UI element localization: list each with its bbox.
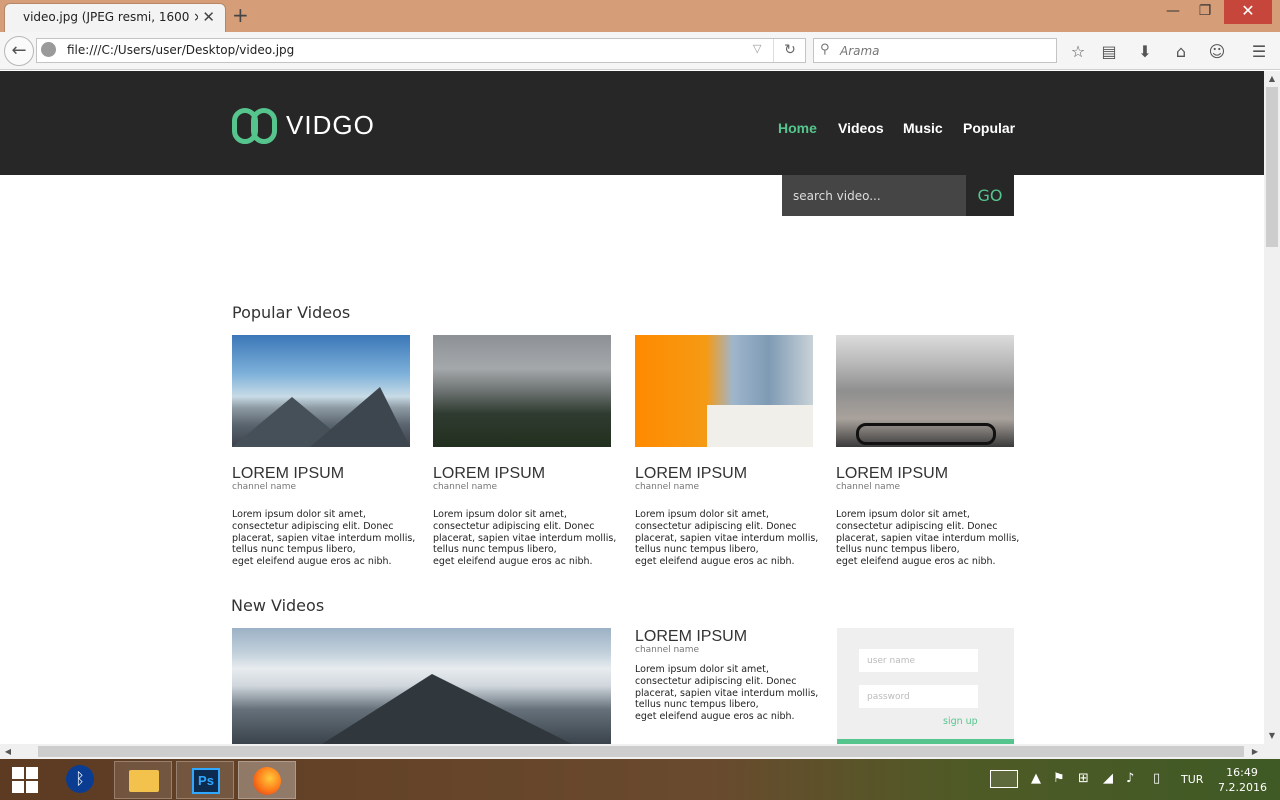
horizontal-scroll-thumb[interactable] <box>38 746 1244 757</box>
popular-videos-title: Popular Videos <box>232 303 351 322</box>
horizontal-scrollbar[interactable]: ◀ ▶ <box>0 744 1280 759</box>
show-hidden-icons-icon[interactable]: ▲ <box>1031 771 1041 786</box>
menu-icon[interactable]: ☰ <box>1249 42 1269 62</box>
site-header: VIDGO Home Videos Music Popular <box>0 71 1264 175</box>
browser-tab[interactable]: video.jpg (JPEG resmi, 1600 × ... ✕ <box>4 3 226 32</box>
vertical-scrollbar[interactable]: ▲ ▼ <box>1264 71 1280 744</box>
search-icon: ⚲ <box>820 42 830 57</box>
maximize-button[interactable]: ❐ <box>1192 0 1218 24</box>
channel-name: channel name <box>232 482 296 492</box>
scroll-left-icon[interactable]: ◀ <box>1 744 15 759</box>
clock-time: 16:49 <box>1226 766 1258 779</box>
taskbar-firefox[interactable] <box>238 761 296 799</box>
taskbar-file-explorer[interactable] <box>114 761 172 799</box>
browser-search-placeholder: Arama <box>840 44 880 58</box>
vertical-scroll-thumb[interactable] <box>1266 87 1278 247</box>
channel-name: channel name <box>635 645 699 655</box>
nav-popular[interactable]: Popular <box>963 120 1015 136</box>
video-title[interactable]: LOREM IPSUM <box>232 465 344 483</box>
new-videos-title: New Videos <box>231 596 325 615</box>
minimize-button[interactable]: — <box>1160 0 1186 24</box>
new-tab-button[interactable]: + <box>232 4 249 26</box>
firefox-icon <box>253 767 281 795</box>
video-thumbnail[interactable] <box>433 335 611 447</box>
windows-update-icon[interactable]: ⊞ <box>1078 771 1089 786</box>
video-card[interactable]: LOREM IPSUM channel name Lorem ipsum dol… <box>232 335 415 567</box>
video-search-input[interactable] <box>782 175 966 216</box>
logo-text: VIDGO <box>286 110 375 140</box>
folder-icon <box>129 770 159 792</box>
download-icon[interactable]: ⬇ <box>1135 42 1155 62</box>
history-dropdown-icon[interactable]: ▽ <box>753 42 761 55</box>
nav-videos[interactable]: Videos <box>838 120 884 136</box>
taskbar-photoshop[interactable]: Ps <box>176 761 234 799</box>
video-description: Lorem ipsum dolor sit amet, consectetur a… <box>836 509 1020 568</box>
browser-search-input[interactable]: ⚲ Arama <box>813 38 1057 63</box>
video-description: Lorem ipsum dolor sit amet, consectetur a… <box>232 509 416 568</box>
bookmark-star-icon[interactable]: ☆ <box>1068 42 1088 62</box>
video-search-box <box>782 175 966 216</box>
page-viewport: VIDGO Home Videos Music Popular GO Popul… <box>0 71 1264 744</box>
video-description: Lorem ipsum dolor sit amet, consectetur a… <box>635 509 819 568</box>
start-button[interactable] <box>12 767 38 793</box>
back-button[interactable]: ← <box>4 36 34 66</box>
video-description: Lorem ipsum dolor sit amet, consectetur a… <box>433 509 617 568</box>
photoshop-icon: Ps <box>192 768 220 794</box>
video-card[interactable]: LOREM IPSUM channel name Lorem ipsum dol… <box>635 335 818 567</box>
logo-ring-icon <box>251 108 277 144</box>
language-indicator[interactable]: TUR <box>1181 773 1203 786</box>
login-panel: sign up <box>837 628 1014 744</box>
bluetooth-icon[interactable]: ᛒ <box>66 765 94 793</box>
video-title[interactable]: LOREM IPSUM <box>836 465 948 483</box>
home-icon[interactable]: ⌂ <box>1171 42 1191 62</box>
password-field[interactable] <box>859 685 978 708</box>
sign-up-link[interactable]: sign up <box>943 716 978 727</box>
close-tab-icon[interactable]: ✕ <box>202 8 215 26</box>
video-title[interactable]: LOREM IPSUM <box>635 465 747 483</box>
video-description: Lorem ipsum dolor sit amet, consectetur a… <box>635 664 819 723</box>
tab-title: video.jpg (JPEG resmi, 1600 × ... <box>23 10 198 24</box>
title-bar: video.jpg (JPEG resmi, 1600 × ... ✕ + — … <box>0 0 1280 32</box>
system-clock[interactable]: 16:49 7.2.2016 <box>1218 765 1267 795</box>
search-go-button[interactable]: GO <box>966 175 1014 216</box>
scroll-up-icon[interactable]: ▲ <box>1264 72 1280 86</box>
windows-taskbar: ᛒ Ps ▲ ⚑ ⊞ ◢ ♪ ▯ TUR 16:49 7.2.2016 <box>0 759 1280 800</box>
action-center-flag-icon[interactable]: ⚑ <box>1053 771 1065 786</box>
video-card[interactable]: LOREM IPSUM channel name Lorem ipsum dol… <box>433 335 616 567</box>
video-thumbnail[interactable] <box>635 335 813 447</box>
video-thumbnail[interactable] <box>836 335 1014 447</box>
channel-name: channel name <box>836 482 900 492</box>
battery-icon[interactable]: ▯ <box>1153 771 1160 786</box>
featured-video-thumbnail[interactable] <box>232 628 611 744</box>
scroll-down-icon[interactable]: ▼ <box>1264 729 1280 743</box>
nav-music[interactable]: Music <box>903 120 943 136</box>
nav-home[interactable]: Home <box>778 120 817 136</box>
channel-name: channel name <box>433 482 497 492</box>
video-title[interactable]: LOREM IPSUM <box>433 465 545 483</box>
url-bar[interactable]: file:///C:/Users/user/Desktop/video.jpg … <box>36 38 806 63</box>
volume-icon[interactable]: ♪ <box>1126 771 1134 786</box>
browser-toolbar: ← file:///C:/Users/user/Desktop/video.jp… <box>0 32 1280 70</box>
username-field[interactable] <box>859 649 978 672</box>
video-thumbnail[interactable] <box>232 335 410 447</box>
video-title[interactable]: LOREM IPSUM <box>635 628 747 646</box>
keyboard-icon[interactable] <box>990 770 1018 788</box>
back-arrow-icon: ← <box>11 40 27 61</box>
reload-icon[interactable]: ↻ <box>773 39 806 62</box>
globe-icon <box>41 42 56 57</box>
network-icon[interactable]: ◢ <box>1103 771 1113 786</box>
clock-date: 7.2.2016 <box>1218 781 1267 794</box>
bookmarks-list-icon[interactable]: ▤ <box>1099 42 1119 62</box>
scroll-right-icon[interactable]: ▶ <box>1248 744 1262 759</box>
video-card[interactable]: LOREM IPSUM channel name Lorem ipsum dol… <box>836 335 1019 567</box>
close-window-button[interactable]: ✕ <box>1224 0 1272 24</box>
channel-name: channel name <box>635 482 699 492</box>
url-text: file:///C:/Users/user/Desktop/video.jpg <box>67 43 295 57</box>
chat-icon[interactable]: ☺ <box>1207 42 1227 62</box>
